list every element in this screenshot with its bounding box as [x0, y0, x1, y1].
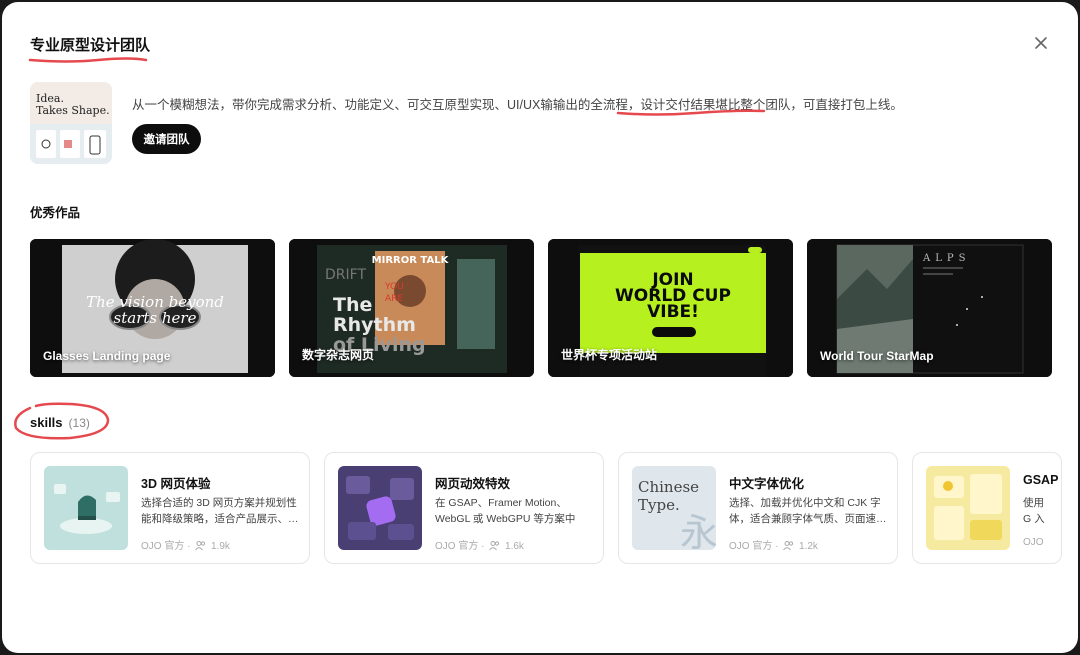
skill-author: OJO 官方 · [141, 541, 191, 552]
skill-meta: OJO 官方 · 1.9k [141, 537, 230, 552]
skill-meta: OJO 官方 · 1.2k [729, 537, 818, 552]
description-underline-annotation [616, 109, 766, 116]
skill-thumbnail [338, 466, 422, 550]
svg-text:VIBE!: VIBE! [647, 302, 699, 322]
svg-text:ARE: ARE [385, 294, 403, 304]
works-section-title: 优秀作品 [30, 206, 81, 220]
svg-text:DRIFT: DRIFT [325, 267, 366, 283]
svg-text:The: The [333, 294, 372, 316]
invite-team-button[interactable]: 邀请团队 [132, 124, 201, 154]
skill-card-chinese-font[interactable]: Chinese Type. 永 中文字体优化 选择、加载并优化中文和 CJK 字… [618, 452, 898, 564]
skill-author: OJO 官方 · [435, 541, 485, 552]
skill-name: 3D 网页体验 [141, 477, 211, 491]
skill-thumbnail [926, 466, 1010, 550]
skill-card-gsap[interactable]: GSAP 使用 G 入场动 OJO [912, 452, 1062, 564]
skill-name: 网页动效特效 [435, 477, 511, 491]
svg-text:Chinese: Chinese [638, 478, 699, 496]
skill-meta: OJO [1023, 537, 1044, 548]
skill-card-motion[interactable]: 网页动效特效 在 GSAP、Framer Motion、WebGL 或 WebG… [324, 452, 604, 564]
svg-text:Rhythm: Rhythm [333, 314, 416, 336]
skills-list: 3D 网页体验 选择合适的 3D 网页方案并规划性能和降级策略，适合产品展示、…… [30, 452, 1062, 564]
skill-description: 在 GSAP、Framer Motion、WebGL 或 WebGPU 等方案中… [435, 497, 576, 525]
svg-text:YOU: YOU [384, 282, 404, 292]
work-card-starmap[interactable]: ALPS World Tour StarMap [807, 239, 1052, 377]
skill-name: GSAP [1023, 473, 1059, 487]
work-label: 数字杂志网页 [302, 348, 375, 362]
skill-meta: OJO 官方 · 1.6k [435, 537, 524, 552]
svg-text:ALPS: ALPS [922, 253, 970, 264]
skills-circle-annotation [14, 402, 110, 440]
team-dialog: 专业原型设计团队 Idea. Takes Shape. 从一个模糊想法，带你完成… [2, 2, 1078, 653]
users-icon [195, 541, 206, 551]
dialog-description: 从一个模糊想法，带你完成需求分析、功能定义、可交互原型实现、UI/UX输输出的全… [132, 98, 903, 112]
work-card-glasses[interactable]: The vision beyond starts here Glasses La… [30, 239, 275, 377]
svg-text:MIRROR TALK: MIRROR TALK [372, 255, 450, 266]
users-icon [783, 541, 794, 551]
skill-users: 1.2k [799, 541, 818, 552]
svg-text:Type.: Type. [638, 496, 680, 514]
skill-card-3d[interactable]: 3D 网页体验 选择合适的 3D 网页方案并规划性能和降级策略，适合产品展示、…… [30, 452, 310, 564]
team-thumbnail: Idea. Takes Shape. [30, 82, 112, 164]
work-card-worldcup[interactable]: JOIN WORLD CUP VIBE! 世界杯专项活动站 [548, 239, 793, 377]
users-icon [489, 541, 500, 551]
skill-thumbnail: Chinese Type. 永 [632, 466, 716, 550]
skill-users: 1.6k [505, 541, 524, 552]
skill-name: 中文字体优化 [729, 477, 805, 491]
skill-description: 使用 G 入场动 [1023, 497, 1045, 525]
skill-author: OJO 官方 · [729, 541, 779, 552]
svg-text:starts here: starts here [114, 309, 197, 327]
title-underline-annotation [28, 57, 148, 63]
work-label: Glasses Landing page [43, 349, 171, 363]
skill-description: 选择合适的 3D 网页方案并规划性能和降级策略，适合产品展示、… [141, 497, 299, 525]
svg-text:永: 永 [680, 511, 716, 550]
works-list: The vision beyond starts here Glasses La… [30, 239, 1052, 377]
work-card-magazine[interactable]: MIRROR TALK YOU ARE DRIFT The Rhythm of … [289, 239, 534, 377]
skill-description: 选择、加载并优化中文和 CJK 字体，适合兼顾字体气质、页面速… [729, 497, 887, 525]
skill-users: 1.9k [211, 541, 230, 552]
work-label: 世界杯专项活动站 [561, 348, 658, 362]
dialog-title: 专业原型设计团队 [30, 37, 151, 54]
skill-thumbnail [44, 466, 128, 550]
svg-text:Takes Shape.: Takes Shape. [36, 104, 110, 117]
close-icon[interactable] [1032, 34, 1050, 52]
work-label: World Tour StarMap [820, 349, 934, 363]
skill-author: OJO [1023, 537, 1044, 548]
